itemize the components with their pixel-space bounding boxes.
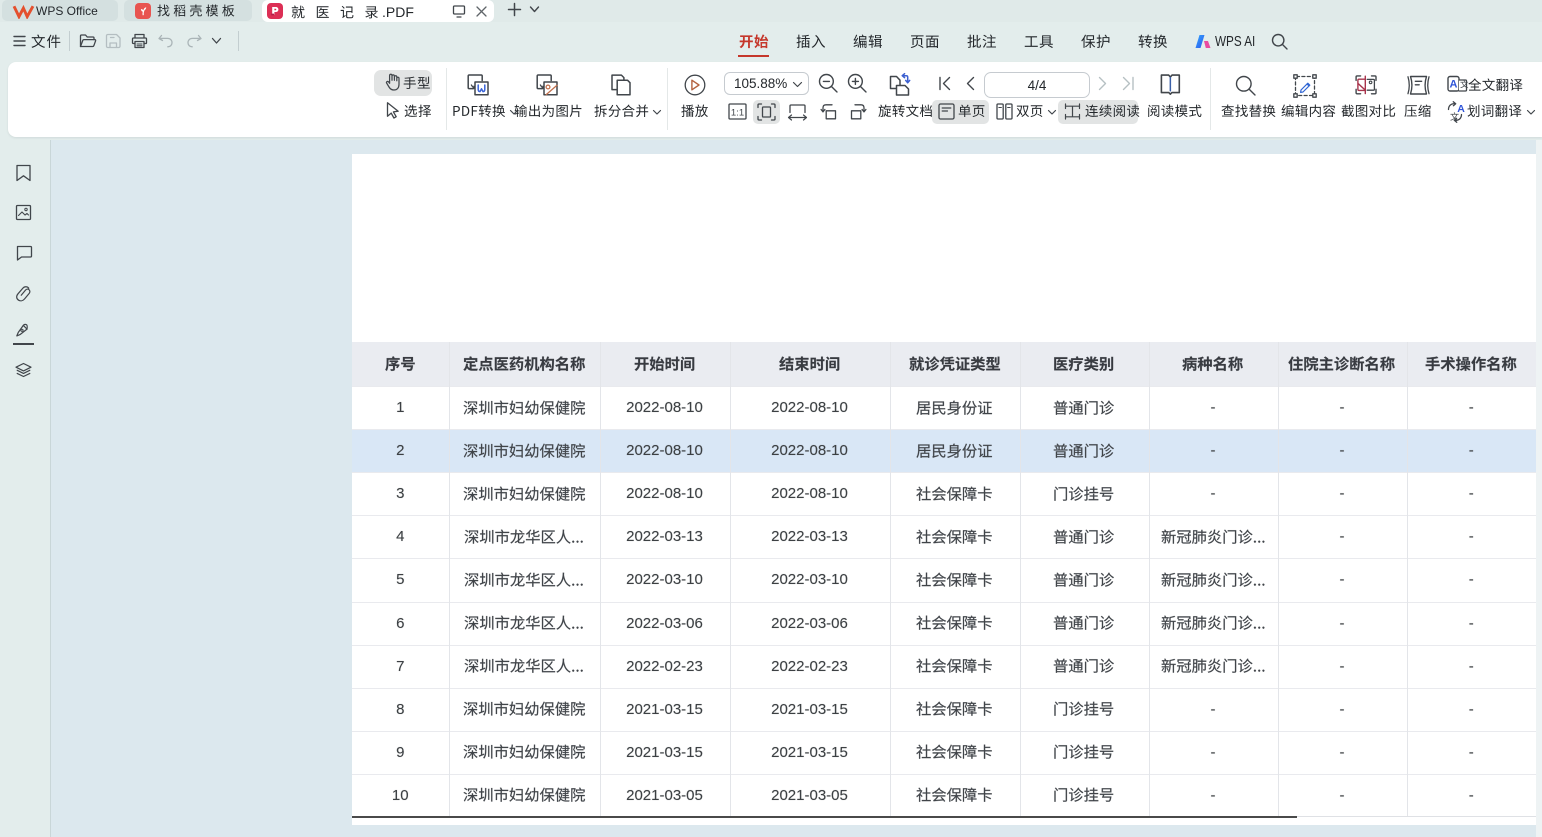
svg-text:1:1: 1:1 [731,107,744,118]
svg-text:A: A [1450,79,1458,91]
